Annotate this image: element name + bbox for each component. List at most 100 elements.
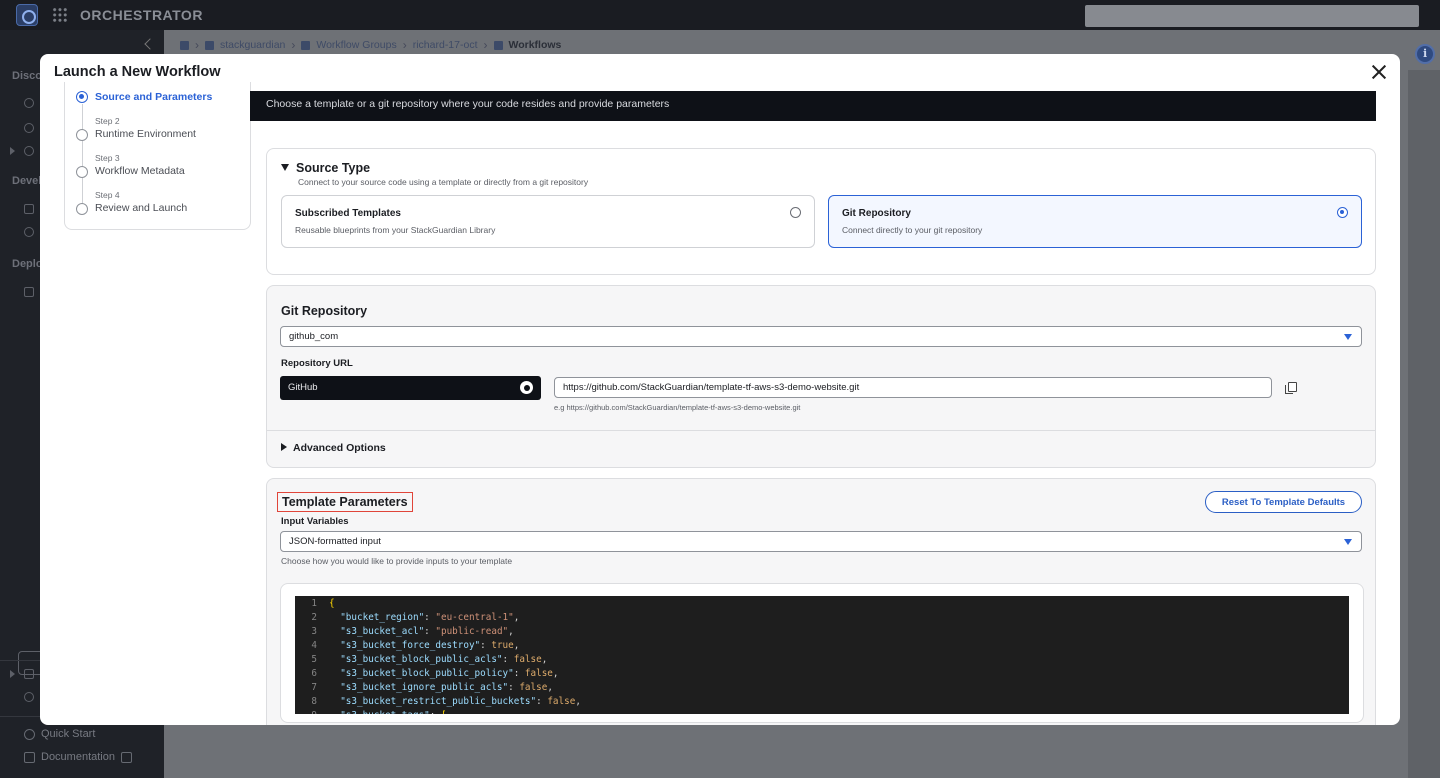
json-code-editor[interactable]: 1{2 "bucket_region": "eu-central-1", 3 "s… <box>295 596 1349 714</box>
code-line: 6 "s3_bucket_block_public_policy": false… <box>295 667 558 681</box>
sidebar-workflows-icon[interactable] <box>24 287 34 297</box>
right-panel-strip <box>1408 70 1440 778</box>
code-key: "s3_bucket_restrict_public_buckets" <box>340 696 537 707</box>
code-value: [ <box>441 710 447 714</box>
modal-description: Choose a template or a git repository wh… <box>266 98 670 110</box>
input-variables-label: Input Variables <box>281 516 349 527</box>
repository-url-input[interactable] <box>554 377 1272 398</box>
line-number: 3 <box>311 626 317 637</box>
sidebar-dashboard-icon[interactable] <box>24 98 34 108</box>
code-line: 1{ <box>295 597 334 611</box>
code-value: false <box>519 682 548 693</box>
code-key: "s3_bucket_tags" <box>340 710 430 714</box>
sidebar-expand-icon-2[interactable] <box>10 670 15 678</box>
sidebar-section-deploy: Deplo <box>12 258 43 270</box>
breadcrumb-separator: › <box>195 38 199 52</box>
option-git-repository[interactable]: Git Repository Connect directly to your … <box>828 195 1362 248</box>
close-icon[interactable] <box>1370 63 1388 81</box>
code-line: 8 "s3_bucket_restrict_public_buckets": f… <box>295 695 581 709</box>
top-search-box[interactable] <box>1085 5 1419 27</box>
description-bar: Choose a template or a git repository wh… <box>250 91 1376 121</box>
option-subscribed-templates[interactable]: Subscribed Templates Reusable blueprints… <box>281 195 815 248</box>
input-mode-value: JSON-formatted input <box>289 536 381 547</box>
breadcrumb-separator: › <box>291 38 296 52</box>
code-key: "bucket_region" <box>340 612 425 623</box>
step-4-label: Review and Launch <box>95 202 188 214</box>
step-4-dot-icon <box>76 203 88 215</box>
code-line: 5 "s3_bucket_block_public_acls": false, <box>295 653 547 667</box>
app-title: ORCHESTRATOR <box>80 7 203 23</box>
app-logo-icon[interactable] <box>16 4 38 26</box>
step-2-dot-icon <box>76 129 88 141</box>
code-value: "eu-central-1" <box>435 612 514 623</box>
step-1-label: Source and Parameters <box>95 91 213 103</box>
info-icon[interactable] <box>1415 44 1435 64</box>
documentation-link[interactable]: Documentation <box>24 751 132 763</box>
git-repository-title: Git Repository <box>281 304 368 318</box>
radio-subscribed-templates[interactable] <box>790 207 801 218</box>
option-subtitle: Reusable blueprints from your StackGuard… <box>295 225 496 235</box>
code-line: 3 "s3_bucket_acl": "public-read", <box>295 625 513 639</box>
code-line: 2 "bucket_region": "eu-central-1", <box>295 611 519 625</box>
template-parameters-title: Template Parameters <box>277 492 413 512</box>
code-key: "s3_bucket_block_public_policy" <box>340 668 514 679</box>
advanced-divider <box>267 430 1375 431</box>
stepper-line <box>82 104 83 204</box>
github-icon <box>520 381 533 394</box>
provider-value: GitHub <box>288 382 318 393</box>
sidebar-shield-icon[interactable] <box>24 227 34 237</box>
collapse-triangle-icon <box>281 164 289 171</box>
breadcrumb-org[interactable]: stackguardian <box>220 39 285 51</box>
sidebar-section-develop: Devel <box>12 175 42 187</box>
git-repository-card: Git Repository github_com Repository URL… <box>266 285 1376 468</box>
launch-workflow-modal: Launch a New Workflow Source and Paramet… <box>40 54 1400 725</box>
line-number: 8 <box>311 696 317 707</box>
line-number: 5 <box>311 654 317 665</box>
provider-select[interactable]: GitHub <box>280 376 541 400</box>
sidebar-document-icon[interactable] <box>24 204 34 214</box>
step-2-label: Runtime Environment <box>95 128 196 140</box>
rocket-icon[interactable] <box>180 40 189 50</box>
stepper: Source and Parameters Step 2 Runtime Env… <box>64 82 251 230</box>
breadcrumb-group[interactable]: Workflow Groups <box>316 39 396 51</box>
sidebar-gear-icon[interactable] <box>24 692 34 702</box>
option-subtitle: Connect directly to your git repository <box>842 225 983 235</box>
folder-icon <box>301 40 311 50</box>
sidebar-gauge-icon[interactable] <box>24 123 34 133</box>
connector-value: github_com <box>289 331 339 342</box>
advanced-options-toggle[interactable]: Advanced Options <box>281 442 386 454</box>
source-type-subtitle: Connect to your source code using a temp… <box>298 177 589 187</box>
code-key: "s3_bucket_ignore_public_acls" <box>340 682 509 693</box>
power-icon <box>24 728 35 740</box>
line-number: 7 <box>311 682 317 693</box>
code-key: "s3_bucket_block_public_acls" <box>340 654 503 665</box>
code-value: true <box>491 640 514 651</box>
line-number: 9 <box>295 709 317 714</box>
repository-url-hint: e.g https://github.com/StackGuardian/tem… <box>554 403 801 412</box>
connector-select[interactable]: github_com <box>280 326 1362 347</box>
code-value: false <box>547 696 576 707</box>
line-number: 2 <box>311 612 317 623</box>
source-type-toggle[interactable]: Source Type <box>281 161 370 175</box>
sidebar-clock-icon[interactable] <box>24 146 34 156</box>
sidebar-expand-icon[interactable] <box>10 147 15 155</box>
copy-icon[interactable] <box>1285 382 1297 394</box>
breadcrumb-subgroup[interactable]: richard-17-oct <box>413 39 478 51</box>
sidebar-command-icon[interactable] <box>24 669 34 679</box>
code-value: false <box>524 668 553 679</box>
input-mode-hint: Choose how you would like to provide inp… <box>281 556 513 566</box>
breadcrumb-separator: › <box>402 38 407 52</box>
external-link-icon <box>121 751 132 763</box>
advanced-options-label: Advanced Options <box>293 442 386 454</box>
chevron-down-icon <box>1344 539 1352 545</box>
step-4-number: Step 4 <box>95 190 120 200</box>
apps-grid-icon[interactable] <box>52 7 68 23</box>
breadcrumb: › stackguardian › Workflow Groups › rich… <box>180 38 561 52</box>
input-mode-select[interactable]: JSON-formatted input <box>280 531 1362 552</box>
code-key: "s3_bucket_force_destroy" <box>340 640 481 651</box>
step-2-number: Step 2 <box>95 116 120 126</box>
quick-start-link[interactable]: Quick Start <box>24 728 95 740</box>
breadcrumb-separator: › <box>483 38 488 52</box>
radio-git-repository[interactable] <box>1337 207 1348 218</box>
reset-to-template-defaults-button[interactable]: Reset To Template Defaults <box>1205 491 1362 513</box>
